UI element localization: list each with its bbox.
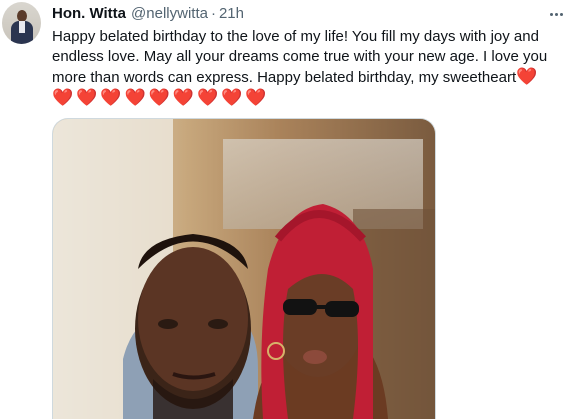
red-heart-icon: ❤️: [52, 88, 74, 108]
red-heart-icon: ❤️: [100, 88, 122, 108]
avatar[interactable]: [2, 2, 41, 44]
tweet[interactable]: Hon. Witta @nellywitta · 21h Happy belat…: [0, 0, 585, 419]
red-heart-icon: ❤️: [197, 88, 219, 108]
author-name[interactable]: Hon. Witta: [52, 5, 126, 22]
red-heart-icon: ❤️: [221, 88, 243, 108]
ellipsis-icon: [549, 12, 553, 16]
avatar-shirt: [19, 21, 25, 33]
hearts-row: ❤️ ❤️ ❤️ ❤️ ❤️ ❤️ ❤️ ❤️ ❤️: [52, 89, 580, 108]
separator-dot: ·: [210, 5, 216, 22]
red-heart-icon: ❤️: [148, 88, 170, 108]
tweet-text-line: more than words can express. Happy belat…: [52, 67, 580, 88]
ellipsis-icon: [554, 12, 558, 16]
couple-selfie-photo: [53, 119, 435, 419]
tweet-photo[interactable]: [52, 118, 436, 419]
red-heart-icon: ❤️: [76, 88, 98, 108]
red-heart-icon: ❤️: [245, 88, 267, 108]
tweet-text-line: endless love. May all your dreams come t…: [52, 48, 548, 65]
more-options-button[interactable]: [545, 5, 567, 23]
timestamp[interactable]: 21h: [219, 5, 244, 22]
red-heart-icon: ❤️: [172, 88, 195, 108]
tweet-text-line: Happy belated birthday to the love of my…: [52, 28, 539, 45]
author-handle[interactable]: @nellywitta: [131, 5, 208, 22]
ellipsis-icon: [559, 12, 563, 16]
red-heart-icon: ❤️: [124, 88, 146, 108]
red-heart-icon: ❤️: [516, 67, 538, 87]
tweet-header: Hon. Witta @nellywitta · 21h: [52, 5, 244, 23]
tweet-text: Happy belated birthday to the love of my…: [52, 27, 580, 108]
tweet-text-line-content: more than words can express. Happy belat…: [52, 69, 517, 86]
